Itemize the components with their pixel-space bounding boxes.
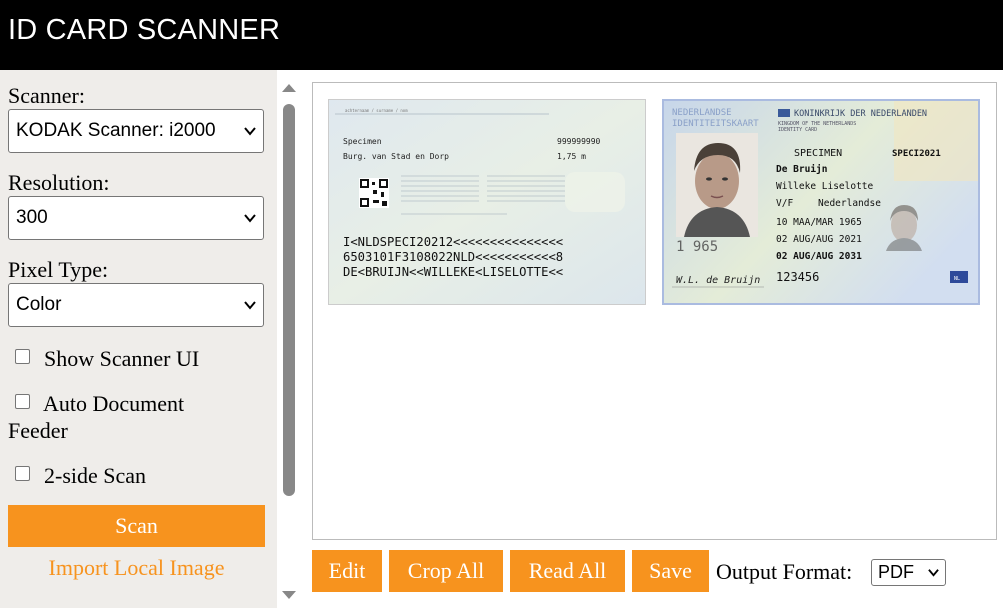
app-title: ID CARD SCANNER xyxy=(8,14,281,46)
card-header-right-1: KONINKRIJK DER NEDERLANDEN xyxy=(794,109,927,119)
surname-caption: achternaam / surname / nom xyxy=(345,108,408,113)
date-of-birth-value: 10 MAA/MAR 1965 xyxy=(776,217,862,228)
card-front-thumbnail[interactable]: NEDERLANDSE IDENTITEITSKAART KONINKRIJK … xyxy=(662,99,980,305)
mrz-line-3: DE<BRUIJN<<WILLEKE<LISELOTTE<< xyxy=(343,265,563,279)
read-all-button[interactable]: Read All xyxy=(510,550,625,592)
adf-label-line2: Feeder xyxy=(8,418,68,443)
card-back-name: Specimen xyxy=(343,137,382,146)
resolution-select-value: 300 xyxy=(16,207,48,228)
pixel-type-label: Pixel Type: xyxy=(8,257,109,282)
app-header: ID CARD SCANNER xyxy=(0,0,1003,70)
photo-number: 1 965 xyxy=(676,239,718,255)
two-side-scan-checkbox[interactable] xyxy=(15,466,30,481)
auto-document-feeder-checkbox[interactable] xyxy=(15,394,30,409)
eu-badge-text: NL xyxy=(954,276,960,282)
document-number: SPECI2021 xyxy=(892,149,941,159)
scanner-label: Scanner: xyxy=(8,83,85,108)
given-names-value: Willeke Liselotte xyxy=(776,181,874,192)
expiry-date-value: 02 AUG/AUG 2031 xyxy=(776,251,862,262)
resolution-label: Resolution: xyxy=(8,170,110,195)
nationality-value: Nederlandse xyxy=(818,198,881,209)
edit-button[interactable]: Edit xyxy=(312,550,382,592)
surname-value: De Bruijn xyxy=(776,164,827,175)
scroll-down-arrow-icon[interactable] xyxy=(282,591,296,599)
sex-value: V/F xyxy=(776,198,793,209)
resolution-select[interactable]: 300 xyxy=(8,196,264,240)
card-header-left-2: IDENTITEITSKAART xyxy=(672,119,759,129)
crown-icon xyxy=(778,109,790,117)
card-header-right-3: IDENTITY CARD xyxy=(778,127,817,133)
card-number-value: 123456 xyxy=(776,270,819,284)
mrz-line-2: 6503101F3108022NLD<<<<<<<<<<<8 xyxy=(343,250,563,264)
specimen-label: SPECIMEN xyxy=(794,148,842,159)
crop-all-button[interactable]: Crop All xyxy=(389,550,503,592)
issue-date-value: 02 AUG/AUG 2021 xyxy=(776,234,862,245)
show-scanner-ui-label: Show Scanner UI xyxy=(44,346,200,371)
portrait-photo xyxy=(676,133,758,237)
scrollbar-thumb[interactable] xyxy=(283,104,295,496)
chevron-down-icon xyxy=(244,214,256,223)
mrz-line-1: I<NLDSPECI20212<<<<<<<<<<<<<<< xyxy=(343,235,563,249)
qr-code-icon xyxy=(359,178,389,208)
signature: W.L. de Bruijn xyxy=(676,275,760,286)
output-format-select[interactable]: PDF xyxy=(871,559,946,586)
output-format-label: Output Format: xyxy=(716,559,853,584)
card-header-left-1: NEDERLANDSE xyxy=(672,108,732,118)
card-front-image: NEDERLANDSE IDENTITEITSKAART KONINKRIJK … xyxy=(664,101,978,303)
scanner-select[interactable]: KODAK Scanner: i2000 xyxy=(8,109,264,153)
import-local-image-link[interactable]: Import Local Image xyxy=(8,555,265,581)
scan-button[interactable]: Scan xyxy=(8,505,265,547)
card-back-place: Burg. van Stad en Dorp xyxy=(343,152,449,161)
chevron-down-icon xyxy=(244,127,256,136)
save-button[interactable]: Save xyxy=(632,550,709,592)
card-back-number: 999999990 xyxy=(557,137,601,146)
image-viewer[interactable]: achternaam / surname / nom Specimen Burg… xyxy=(312,82,997,540)
chevron-down-icon xyxy=(244,301,256,310)
pixel-type-select-value: Color xyxy=(16,294,62,315)
chevron-down-icon xyxy=(928,569,939,577)
show-scanner-ui-checkbox[interactable] xyxy=(15,349,30,364)
output-format-value: PDF xyxy=(878,562,914,582)
pixel-type-select[interactable]: Color xyxy=(8,283,264,327)
scanner-select-value: KODAK Scanner: i2000 xyxy=(16,120,216,141)
scroll-up-arrow-icon[interactable] xyxy=(282,84,296,92)
adf-label-line1: Auto Document xyxy=(43,391,185,416)
card-back-height: 1,75 m xyxy=(557,152,586,161)
card-back-image: achternaam / surname / nom Specimen Burg… xyxy=(329,100,645,304)
card-back-thumbnail[interactable]: achternaam / surname / nom Specimen Burg… xyxy=(328,99,646,305)
two-side-scan-label: 2-side Scan xyxy=(44,463,147,488)
